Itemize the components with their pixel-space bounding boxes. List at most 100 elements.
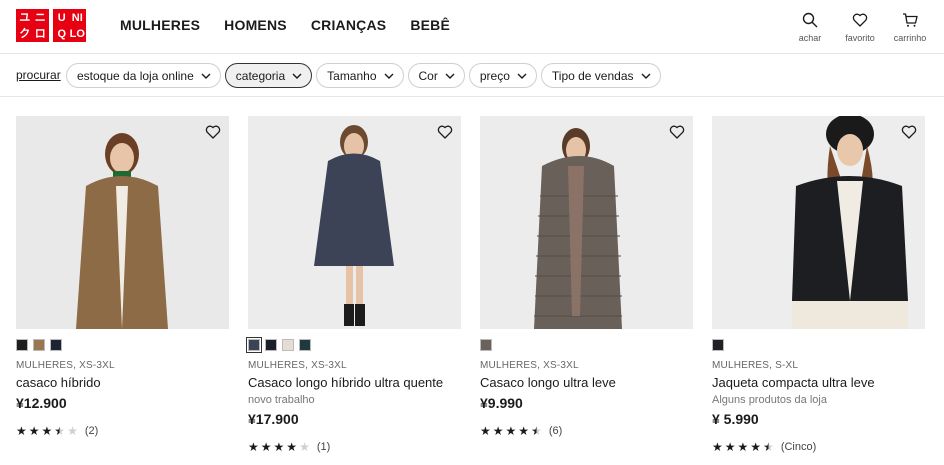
search-button[interactable]: achar [794, 12, 826, 43]
product-image[interactable] [248, 116, 461, 329]
product-name[interactable]: Jaqueta compacta ultra leve [712, 375, 925, 390]
color-swatch[interactable] [50, 339, 62, 351]
nav-item-kids[interactable]: CRIANÇAS [311, 17, 387, 33]
heart-icon[interactable] [205, 124, 221, 140]
product-meta: MULHERES, S-XL [712, 360, 799, 371]
color-swatch[interactable] [712, 339, 724, 351]
product-name[interactable]: Casaco longo híbrido ultra quente [248, 375, 461, 390]
cart-icon [903, 13, 918, 27]
chevron-down-icon [292, 73, 302, 79]
heart-icon[interactable] [901, 124, 917, 140]
review-count: (6) [548, 425, 563, 437]
product-image[interactable] [712, 116, 925, 329]
star-icon: ★ [260, 440, 272, 454]
color-swatch[interactable] [299, 339, 311, 351]
star-icon: ★ [763, 440, 774, 454]
product-meta: MULHERES, XS-3XL [16, 360, 115, 371]
chip-label: Tamanho [327, 68, 377, 83]
favorites-button[interactable]: favorito [844, 12, 876, 43]
product-grid: MULHERES, XS-3XL casaco híbrido ¥12.900 … [16, 116, 925, 453]
product-card[interactable]: MULHERES, XS-3XL Casaco longo híbrido ul… [246, 116, 461, 453]
star-icon: ★ [248, 440, 259, 454]
review-count: (2) [84, 425, 99, 437]
product-name[interactable]: Casaco longo ultra leve [480, 375, 693, 390]
product-price: ¥ 5.990 [712, 411, 759, 427]
product-rating: ★ ★ ★ ★ ★ (6) [480, 425, 693, 437]
chevron-down-icon [201, 73, 211, 79]
color-swatch[interactable] [16, 339, 28, 351]
star-icon: ★ [28, 424, 40, 438]
filter-size-dropdown[interactable]: Tamanho [316, 63, 404, 88]
logo-katakana: ユ ニ ク ロ [16, 9, 49, 42]
product-meta: MULHERES, XS-3XL [480, 360, 579, 371]
product-price: ¥17.900 [248, 411, 299, 427]
model-photo [792, 116, 908, 329]
color-swatch[interactable] [282, 339, 294, 351]
cart-label: carrinho [893, 33, 927, 43]
search-icon [802, 12, 818, 28]
color-swatch[interactable] [265, 339, 277, 351]
uniqlo-logo[interactable]: ユ ニ ク ロ U NI Q LO [16, 9, 86, 42]
star-icon: ★ [505, 424, 517, 438]
product-card[interactable]: MULHERES, S-XL Jaqueta compacta ultra le… [712, 116, 925, 453]
star-icon: ★ [518, 424, 530, 438]
chip-label: estoque da loja online [77, 68, 194, 83]
filter-online-stock-dropdown[interactable]: estoque da loja online [66, 63, 221, 88]
star-icon: ★ [712, 440, 723, 454]
chip-label: Tipo de vendas [551, 68, 634, 83]
color-swatch[interactable] [246, 337, 262, 353]
product-card[interactable]: MULHERES, XS-3XL Casaco longo ultra leve… [480, 116, 693, 453]
product-name[interactable]: casaco híbrido [16, 375, 229, 390]
model-photo [314, 125, 394, 326]
product-rating: ★ ★ ★ ★ ★ (2) [16, 425, 229, 437]
star-icon: ★ [273, 440, 285, 454]
product-meta: MULHERES, XS-3XL [248, 360, 347, 371]
search-label: achar [798, 33, 822, 43]
chevron-down-icon [445, 73, 455, 79]
logo-latin: U NI Q LO [53, 9, 86, 42]
nav-item-women[interactable]: MULHERES [120, 17, 200, 33]
star-icon: ★ [299, 440, 310, 454]
product-subtitle: novo trabalho [248, 394, 315, 406]
star-icon: ★ [54, 424, 66, 438]
filter-category-dropdown[interactable]: categoria [224, 63, 313, 88]
chip-label: Cor [418, 68, 438, 83]
review-count: (Cinco) [780, 441, 817, 453]
heart-icon[interactable] [437, 124, 453, 140]
chevron-down-icon [384, 73, 394, 79]
product-image[interactable] [16, 116, 229, 329]
chevron-down-icon [641, 73, 650, 79]
filter-sale-type-dropdown[interactable]: Tipo de vendas [540, 63, 661, 88]
color-swatches [16, 339, 229, 351]
color-swatch[interactable] [480, 339, 492, 351]
star-icon: ★ [737, 440, 749, 454]
search-link[interactable]: procurar [16, 68, 61, 82]
review-count: (1) [316, 441, 331, 453]
star-icon: ★ [492, 424, 504, 438]
star-icon: ★ [41, 424, 53, 438]
chevron-down-icon [517, 73, 527, 79]
product-image[interactable] [480, 116, 693, 329]
star-icon: ★ [750, 440, 762, 454]
color-swatches [246, 337, 461, 353]
model-photo [76, 133, 168, 329]
star-icon: ★ [531, 424, 542, 438]
star-icon: ★ [480, 424, 491, 438]
product-subtitle: Alguns produtos da loja [712, 394, 827, 406]
filter-bar: procurar estoque da loja online categori… [0, 54, 944, 97]
nav-item-baby[interactable]: BEBÊ [410, 17, 450, 33]
product-rating: ★ ★ ★ ★ ★ (Cinco) [712, 441, 925, 453]
product-rating: ★ ★ ★ ★ ★ (1) [248, 441, 461, 453]
filter-color-dropdown[interactable]: Cor [407, 63, 465, 88]
filter-chips: estoque da loja online categoria Tamanho… [66, 63, 661, 88]
product-price: ¥12.900 [16, 395, 67, 411]
heart-icon[interactable] [669, 124, 685, 140]
color-swatch[interactable] [33, 339, 45, 351]
model-photo [534, 128, 622, 329]
cart-button[interactable]: carrinho [894, 12, 926, 43]
chip-label: categoria [235, 68, 286, 83]
product-card[interactable]: MULHERES, XS-3XL casaco híbrido ¥12.900 … [16, 116, 229, 453]
star-icon: ★ [16, 424, 27, 438]
nav-item-men[interactable]: HOMENS [224, 17, 287, 33]
filter-price-dropdown[interactable]: preço [468, 63, 537, 88]
